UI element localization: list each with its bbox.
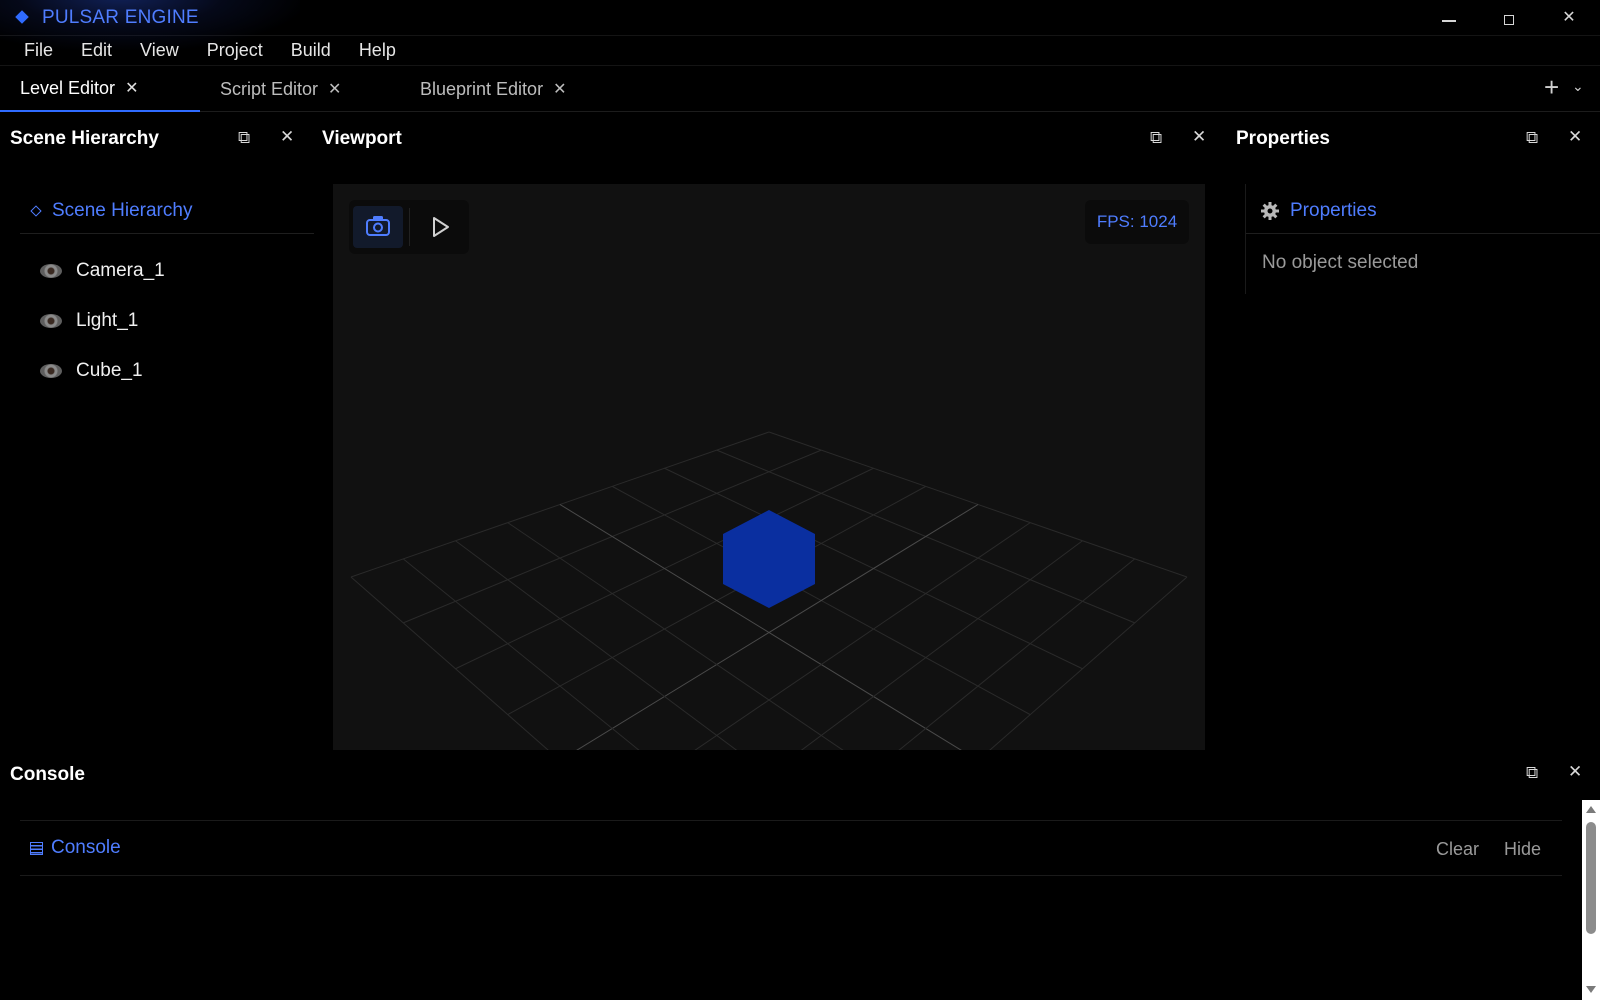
popout-icon[interactable]: ⧉ xyxy=(1526,763,1538,783)
grid-line xyxy=(350,576,549,750)
popout-icon[interactable]: ⧉ xyxy=(238,128,250,148)
gear-icon xyxy=(1261,201,1279,220)
eye-icon[interactable] xyxy=(40,314,62,328)
tree-item-light[interactable]: Light_1 xyxy=(40,306,138,336)
eye-icon[interactable] xyxy=(40,264,62,278)
eye-icon[interactable] xyxy=(40,364,62,378)
menu-help[interactable]: Help xyxy=(345,40,410,61)
scroll-down-icon[interactable] xyxy=(1586,986,1596,993)
tree-item-camera[interactable]: Camera_1 xyxy=(40,256,165,286)
minimize-icon xyxy=(1442,20,1456,22)
tab-label: Level Editor xyxy=(20,77,116,98)
tab-label: Script Editor xyxy=(220,78,319,99)
maximize-icon xyxy=(1504,15,1514,25)
menu-view[interactable]: View xyxy=(126,40,193,61)
popout-icon[interactable]: ⧉ xyxy=(1526,128,1538,148)
menu-edit[interactable]: Edit xyxy=(67,40,126,61)
close-icon[interactable]: ✕ xyxy=(1568,127,1582,147)
play-button[interactable] xyxy=(415,206,465,248)
scene-hierarchy-header-label: Scene Hierarchy xyxy=(52,199,193,221)
close-icon[interactable]: ✕ xyxy=(1192,127,1206,147)
scene-grid xyxy=(350,431,1188,750)
close-icon[interactable]: ✕ xyxy=(1568,762,1582,782)
viewport-toolbar xyxy=(349,200,469,254)
scene-hierarchy-title: Scene Hierarchy xyxy=(10,128,159,149)
play-icon xyxy=(433,217,449,237)
tab-list-chevron-icon[interactable]: ⌄ xyxy=(1572,78,1584,95)
tab-blueprint-editor[interactable]: Blueprint Editor ✕ xyxy=(420,66,600,112)
clear-button[interactable]: Clear xyxy=(1436,839,1479,860)
properties-header-label: Properties xyxy=(1290,199,1377,221)
tab-script-editor[interactable]: Script Editor ✕ xyxy=(220,66,400,112)
properties-title: Properties xyxy=(1236,128,1330,149)
window-close-button[interactable]: ✕ xyxy=(1546,4,1592,32)
app-title: PULSAR ENGINE xyxy=(42,7,199,28)
maximize-button[interactable] xyxy=(1486,4,1532,32)
diamond-icon xyxy=(30,204,42,217)
console-label: Console xyxy=(30,837,121,859)
tab-bar: Level Editor ✕ Script Editor ✕ Blueprint… xyxy=(0,66,1600,112)
properties-header: Properties xyxy=(1246,188,1600,234)
cube-mesh[interactable] xyxy=(723,510,815,608)
tab-level-editor[interactable]: Level Editor ✕ xyxy=(0,66,200,112)
menu-project[interactable]: Project xyxy=(193,40,277,61)
tree-item-label: Cube_1 xyxy=(76,360,143,381)
menu-bar: File Edit View Project Build Help xyxy=(0,36,1600,66)
console-title: Console xyxy=(10,764,85,785)
camera-button[interactable] xyxy=(353,206,403,248)
scroll-up-icon[interactable] xyxy=(1586,806,1596,813)
menu-build[interactable]: Build xyxy=(277,40,345,61)
hide-button[interactable]: Hide xyxy=(1504,839,1541,860)
tree-item-label: Light_1 xyxy=(76,310,139,331)
popout-icon[interactable]: ⧉ xyxy=(1150,128,1162,148)
close-icon[interactable]: ✕ xyxy=(280,127,294,147)
tree-item-label: Camera_1 xyxy=(76,260,165,281)
tab-close-icon[interactable]: ✕ xyxy=(553,79,566,99)
properties-empty-text: No object selected xyxy=(1262,252,1419,273)
camera-icon xyxy=(366,216,390,236)
add-tab-button[interactable]: + xyxy=(1544,72,1559,103)
title-bar: PULSAR ENGINE ✕ xyxy=(0,0,1600,50)
console-icon xyxy=(30,841,43,855)
menu-file[interactable]: File xyxy=(10,40,67,61)
grid-line xyxy=(989,576,1188,750)
cube[interactable] xyxy=(723,510,815,608)
tab-label: Blueprint Editor xyxy=(420,78,544,99)
viewport-title: Viewport xyxy=(322,128,402,149)
tab-close-icon[interactable]: ✕ xyxy=(328,79,341,99)
tree-item-cube[interactable]: Cube_1 xyxy=(40,356,143,386)
console-scrollbar[interactable] xyxy=(1582,800,1600,1000)
toolbar-divider xyxy=(409,208,410,246)
tab-close-icon[interactable]: ✕ xyxy=(125,78,138,98)
viewport-canvas[interactable]: FPS: 1024 xyxy=(333,184,1205,750)
console-header-label: Console xyxy=(51,837,121,858)
scroll-thumb[interactable] xyxy=(1586,822,1596,934)
console-header: Console Clear Hide xyxy=(20,820,1562,876)
scene-hierarchy-header: Scene Hierarchy xyxy=(20,188,314,234)
fps-counter: FPS: 1024 xyxy=(1085,200,1189,244)
minimize-button[interactable] xyxy=(1426,4,1472,32)
